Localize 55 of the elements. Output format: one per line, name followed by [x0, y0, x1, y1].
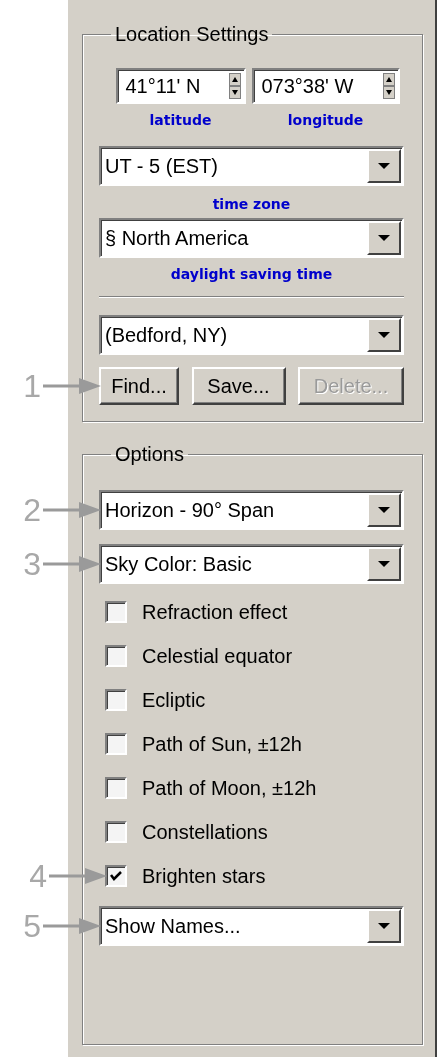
- caret-icon: [378, 332, 390, 338]
- checkbox[interactable]: [105, 733, 127, 755]
- callout-arrow: [43, 917, 101, 935]
- dropdown-button[interactable]: [367, 493, 401, 527]
- callout-number: 4: [29, 860, 47, 892]
- caret-icon: [378, 923, 390, 929]
- callout-number: 5: [23, 910, 41, 942]
- spinner-icon[interactable]: [382, 73, 395, 99]
- checkbox-label[interactable]: Celestial equator: [142, 644, 293, 668]
- spin-field[interactable]: 41°11' N: [115, 68, 246, 104]
- checkbox[interactable]: [105, 689, 127, 711]
- dropdown[interactable]: (Bedford, NY): [99, 315, 404, 355]
- checkbox-label[interactable]: Ecliptic: [142, 688, 206, 712]
- dropdown-button[interactable]: [367, 149, 401, 183]
- checkbox-label[interactable]: Path of Moon, ±12h: [142, 776, 317, 800]
- dropdown-button[interactable]: [367, 909, 401, 943]
- dropdown-button[interactable]: [367, 318, 401, 352]
- field-caption: latitude: [149, 111, 212, 130]
- callout-arrow: [43, 555, 101, 573]
- group-title: Location Settings: [114, 22, 270, 46]
- checkbox[interactable]: [105, 865, 127, 887]
- spin-field[interactable]: 073°38' W: [251, 68, 400, 104]
- push-button[interactable]: Find...: [99, 367, 179, 405]
- caret-icon: [378, 561, 390, 567]
- callout-number: 2: [23, 494, 41, 526]
- field-caption: daylight saving time: [170, 265, 333, 284]
- callout-number: 1: [23, 370, 41, 402]
- checkbox[interactable]: [105, 645, 127, 667]
- checkbox[interactable]: [105, 777, 127, 799]
- field-caption: time zone: [212, 195, 291, 214]
- callout-number: 3: [23, 548, 41, 580]
- caret-icon: [378, 163, 390, 169]
- checkbox-label[interactable]: Constellations: [142, 820, 268, 844]
- callout-arrow: [49, 867, 107, 885]
- push-button[interactable]: Save...: [191, 367, 286, 405]
- checkbox[interactable]: [105, 821, 127, 843]
- check-icon: [110, 871, 122, 881]
- dropdown[interactable]: § North America: [99, 218, 404, 258]
- checkbox-label[interactable]: Brighten stars: [142, 864, 266, 888]
- dropdown-button[interactable]: [367, 221, 401, 255]
- field-caption: longitude: [287, 111, 364, 130]
- callout-arrow: [43, 377, 101, 395]
- group-title: Options: [114, 442, 185, 466]
- caret-icon: [378, 507, 390, 513]
- caret-icon: [378, 235, 390, 241]
- checkbox-label[interactable]: Path of Sun, ±12h: [142, 732, 302, 756]
- dropdown[interactable]: Horizon - 90° Span: [99, 490, 404, 530]
- dropdown[interactable]: UT - 5 (EST): [99, 146, 404, 186]
- checkbox-label[interactable]: Refraction effect: [142, 600, 288, 624]
- dropdown[interactable]: Sky Color: Basic: [99, 544, 404, 584]
- spinner-icon[interactable]: [228, 73, 241, 99]
- checkbox[interactable]: [105, 601, 127, 623]
- dropdown[interactable]: Show Names...: [99, 906, 404, 946]
- callout-arrow: [43, 501, 101, 519]
- dropdown-button[interactable]: [367, 547, 401, 581]
